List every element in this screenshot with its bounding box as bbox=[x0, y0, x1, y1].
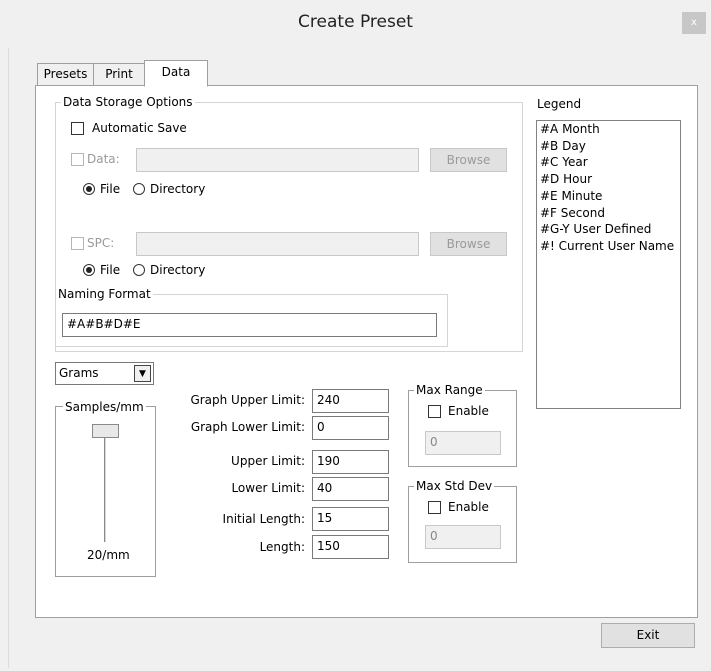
data-browse-button[interactable]: Browse bbox=[430, 148, 507, 172]
units-value: Grams bbox=[59, 366, 99, 380]
spc-directory-radio[interactable] bbox=[133, 264, 145, 276]
initial-length-input[interactable]: 15 bbox=[312, 507, 389, 531]
samples-value: 20/mm bbox=[87, 548, 130, 562]
spc-directory-label: Directory bbox=[150, 263, 206, 277]
samples-slider-track bbox=[104, 432, 107, 542]
legend-title: Legend bbox=[537, 97, 582, 111]
tab-data[interactable]: Data bbox=[144, 60, 208, 87]
spc-path-field[interactable] bbox=[136, 232, 419, 256]
data-file-label: File bbox=[100, 182, 121, 196]
naming-format-input[interactable]: #A#B#D#E bbox=[62, 313, 437, 337]
data-directory-radio[interactable] bbox=[133, 183, 145, 195]
length-input[interactable]: 150 bbox=[312, 535, 389, 559]
max-std-dev-input[interactable]: 0 bbox=[425, 525, 501, 549]
graph-lower-limit-label: Graph Lower Limit: bbox=[190, 420, 305, 434]
lower-limit-label: Lower Limit: bbox=[231, 481, 305, 495]
graph-lower-limit-input[interactable]: 0 bbox=[312, 416, 389, 440]
graph-upper-limit-input[interactable]: 240 bbox=[312, 389, 389, 413]
upper-limit-input[interactable]: 190 bbox=[312, 450, 389, 474]
max-range-group bbox=[408, 390, 517, 467]
lower-limit-input[interactable]: 40 bbox=[312, 477, 389, 501]
data-directory-label: Directory bbox=[150, 182, 206, 196]
max-range-enable-label: Enable bbox=[448, 404, 489, 418]
tab-presets[interactable]: Presets bbox=[37, 63, 94, 85]
legend-item: #G-Y User Defined bbox=[540, 222, 652, 237]
data-checkbox[interactable] bbox=[71, 153, 84, 166]
legend-item: #C Year bbox=[540, 155, 588, 170]
spc-checkbox[interactable] bbox=[71, 237, 84, 250]
max-range-input[interactable]: 0 bbox=[425, 431, 501, 455]
max-std-dev-legend: Max Std Dev bbox=[414, 479, 495, 493]
window-title: Create Preset bbox=[298, 12, 413, 32]
upper-limit-label: Upper Limit: bbox=[231, 454, 305, 468]
legend-item: #E Minute bbox=[540, 188, 603, 203]
data-path-field[interactable] bbox=[136, 148, 419, 172]
graph-upper-limit-label: Graph Upper Limit: bbox=[190, 393, 305, 407]
legend-item: #A Month bbox=[540, 122, 600, 136]
automatic-save-checkbox[interactable] bbox=[71, 122, 84, 135]
max-range-enable-checkbox[interactable] bbox=[428, 405, 441, 418]
max-std-dev-enable-checkbox[interactable] bbox=[428, 501, 441, 514]
max-std-dev-enable-label: Enable bbox=[448, 500, 489, 514]
legend-item: #B Day bbox=[540, 138, 586, 153]
legend-item: #D Hour bbox=[540, 172, 593, 187]
units-dropdown[interactable]: Grams ▼ bbox=[55, 362, 154, 385]
spc-browse-button[interactable]: Browse bbox=[430, 232, 507, 256]
spc-file-radio[interactable] bbox=[83, 264, 95, 276]
samples-slider-handle[interactable] bbox=[92, 424, 119, 438]
max-range-legend: Max Range bbox=[414, 383, 485, 397]
chevron-down-icon[interactable]: ▼ bbox=[134, 365, 151, 382]
spc-file-label: File bbox=[100, 263, 121, 277]
data-file-radio[interactable] bbox=[83, 183, 95, 195]
close-button[interactable]: x bbox=[682, 12, 706, 34]
naming-format-legend: Naming Format bbox=[56, 287, 153, 301]
legend-list: #A Month #B Day #C Year #D Hour #E Minut… bbox=[536, 120, 681, 409]
samples-legend: Samples/mm bbox=[63, 400, 146, 414]
legend-item: #F Second bbox=[540, 205, 605, 220]
length-label: Length: bbox=[259, 540, 305, 554]
exit-button[interactable]: Exit bbox=[601, 623, 695, 648]
window-border bbox=[8, 48, 9, 668]
data-label: Data: bbox=[87, 152, 120, 166]
initial-length-label: Initial Length: bbox=[222, 512, 305, 526]
legend-item: #! Current User Name bbox=[540, 238, 675, 253]
tab-print[interactable]: Print bbox=[93, 63, 145, 85]
data-storage-legend: Data Storage Options bbox=[61, 95, 195, 109]
automatic-save-label: Automatic Save bbox=[92, 121, 187, 135]
spc-label: SPC: bbox=[87, 236, 115, 250]
